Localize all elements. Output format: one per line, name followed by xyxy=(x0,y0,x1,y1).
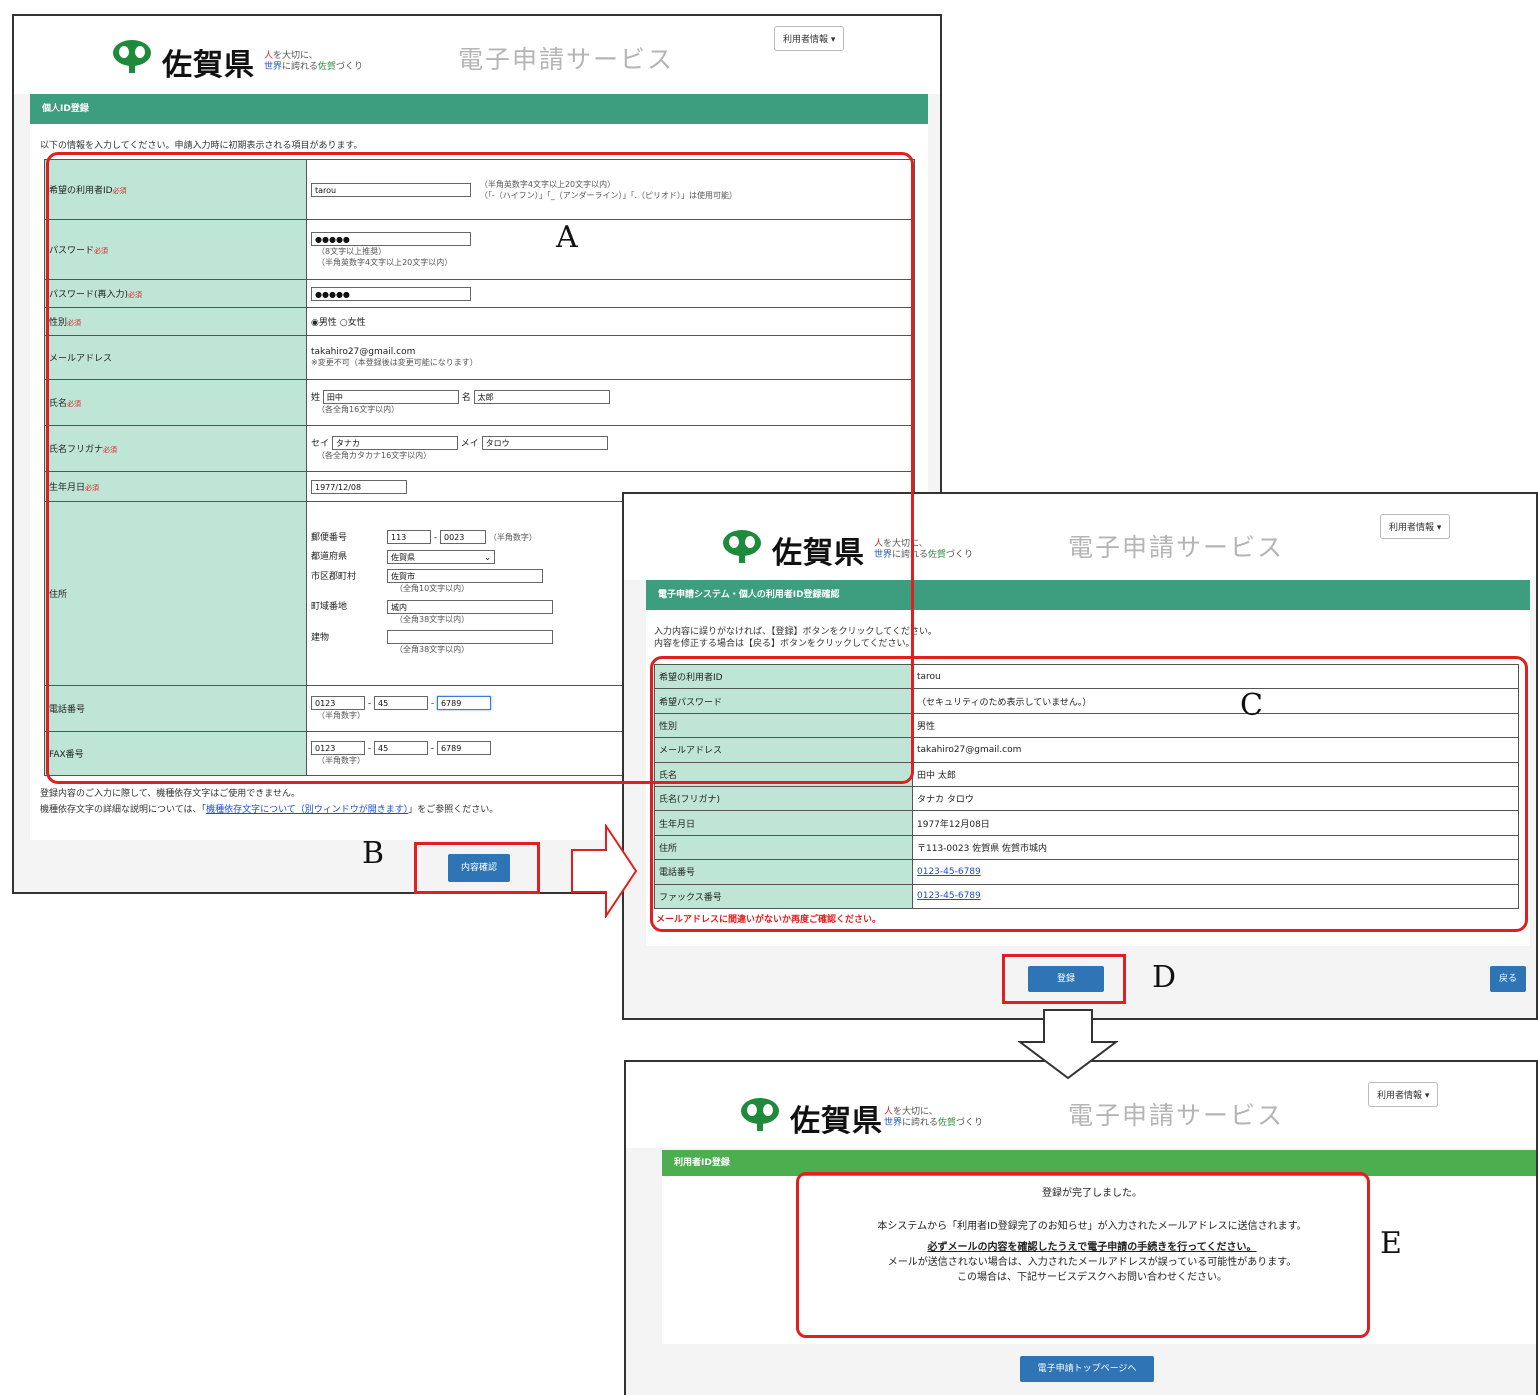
annotation-label-a: A xyxy=(556,220,578,255)
back-button[interactable]: 戻る xyxy=(1490,966,1526,992)
form-intro: 以下の情報を入力してください。申請入力時に初期表示される項目があります。 xyxy=(40,141,363,151)
site-header: 佐賀県 人を大切に、 世界に誇れる佐賀づくり 電子申請サービス 利用者情報 ▾ xyxy=(14,16,940,94)
prefecture-name: 佐賀県 xyxy=(162,48,255,83)
highlight-box-c xyxy=(650,656,1528,932)
service-name: 電子申請サービス xyxy=(1068,533,1285,562)
highlight-box-d xyxy=(1002,954,1126,1004)
footer-note-1: 登録内容のご入力に際して、機種依存文字はご使用できません。 xyxy=(40,789,301,799)
service-name: 電子申請サービス xyxy=(458,45,675,74)
annotation-label-e: E xyxy=(1380,1226,1402,1261)
highlight-box-b xyxy=(414,842,540,894)
saga-emblem-icon xyxy=(113,40,151,73)
saga-emblem-icon xyxy=(741,1098,779,1131)
platform-dependent-chars-link[interactable]: 機種依存文字について（別ウィンドウが開きます） xyxy=(206,805,408,815)
annotation-label-c: C xyxy=(1240,688,1263,723)
tagline: 人を大切に、 世界に誇れる佐賀づくり xyxy=(264,51,364,72)
user-info-menu-button[interactable]: 利用者情報 ▾ xyxy=(774,26,845,51)
highlight-box-e xyxy=(796,1172,1370,1338)
annotation-label-d: D xyxy=(1152,960,1177,995)
tagline: 人を大切に、 世界に誇れる佐賀づくり xyxy=(884,1107,984,1128)
service-name: 電子申請サービス xyxy=(1068,1101,1285,1130)
footer-note-2: 機種依存文字の詳細な説明については、「機種依存文字について（別ウィンドウが開きま… xyxy=(40,805,499,815)
prefecture-name: 佐賀県 xyxy=(790,1104,883,1139)
section-title-bar: 個人ID登録 xyxy=(30,94,928,124)
down-arrow-icon xyxy=(1018,1009,1118,1080)
user-info-menu-button[interactable]: 利用者情報 ▾ xyxy=(1368,1082,1439,1107)
right-arrow-icon xyxy=(571,824,638,918)
e-application-top-button[interactable]: 電子申請トップページへ xyxy=(1020,1356,1154,1382)
annotation-label-b: B xyxy=(362,836,385,871)
user-info-menu-button[interactable]: 利用者情報 ▾ xyxy=(1380,514,1451,539)
